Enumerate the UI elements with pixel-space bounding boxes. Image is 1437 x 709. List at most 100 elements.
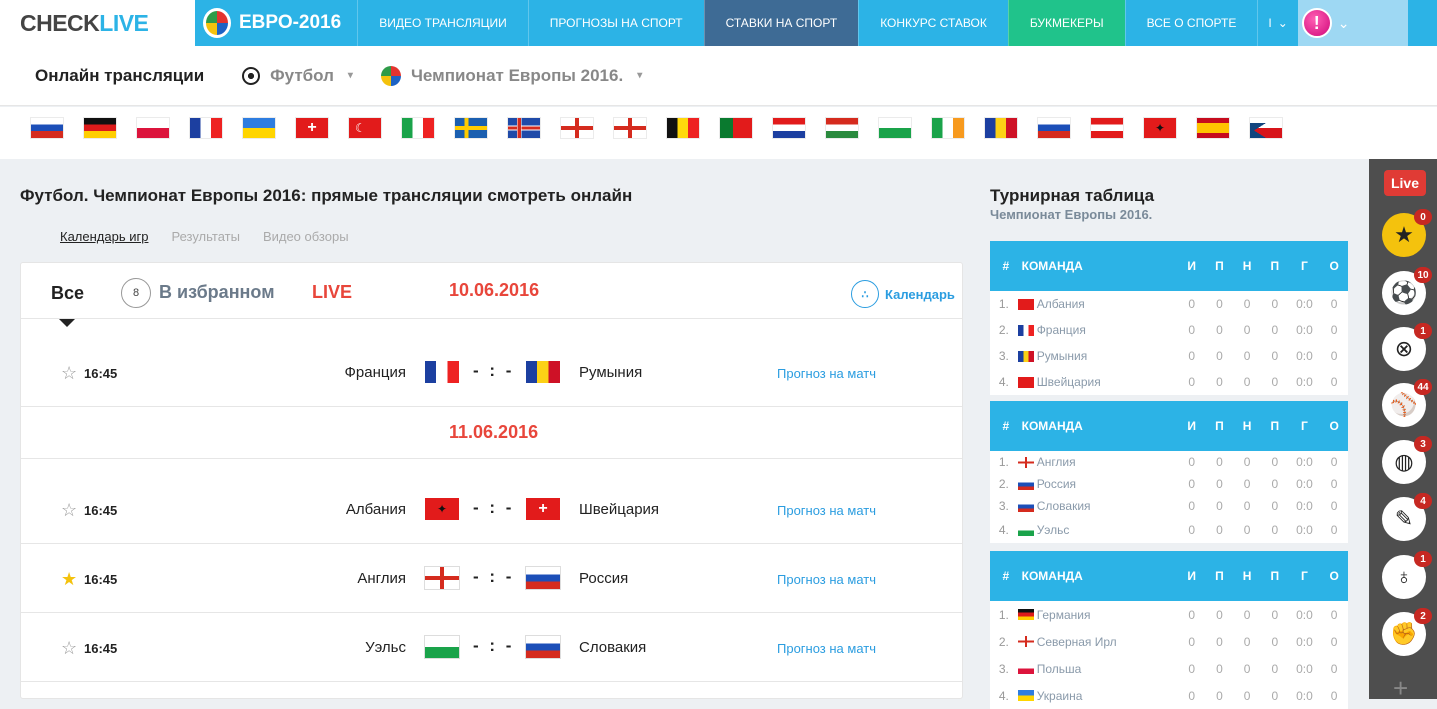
basketball-icon[interactable]: ⊗ 1 [1382,323,1432,371]
match-time: 16:45 [84,366,118,381]
football-icon[interactable]: ⚽ 10 [1382,267,1432,315]
match-forecast-link[interactable]: Прогноз на матч [777,366,876,381]
match-forecast-link[interactable]: Прогноз на матч [777,572,876,587]
euro-2016-link[interactable]: ЕВРО-2016 [195,0,357,46]
flag-spain-icon[interactable] [1197,118,1229,138]
live-button[interactable]: Live [1384,170,1426,196]
content-tabs: Календарь игр Результаты Видео обзоры [60,229,349,244]
standings-row[interactable]: 3. Румыния 0 0 0 0 0:0 0 [990,343,1348,369]
flag-germany-icon[interactable] [84,118,116,138]
flag-sweden-icon[interactable] [455,118,487,138]
nav-more[interactable]: I ⌄ [1257,0,1297,46]
flag-albania-icon[interactable]: ✦ [1144,118,1176,138]
match-forecast-link[interactable]: Прогноз на матч [777,641,876,656]
flag-romania-icon[interactable] [985,118,1017,138]
standings-row[interactable]: 3. Польша 0 0 0 0 0:0 0 [990,655,1348,682]
flag-slovakia-icon [1017,500,1034,512]
star-icon[interactable]: ☆ [61,500,77,521]
tab-results[interactable]: Результаты [171,229,239,244]
euro-2016-logo-icon [203,8,231,38]
filter-favorites[interactable]: В избранном [159,282,275,303]
main-nav: ВИДЕО ТРАНСЛЯЦИИ ПРОГНОЗЫ НА СПОРТ СТАВК… [357,0,1298,46]
standings-group: # КОМАНДА И П Н П Г О 1. Англия 0 0 0 0 0:0 0 2. Россия… [990,401,1348,543]
standings-row[interactable]: 1. Англия 0 0 0 0 0:0 0 [990,451,1348,473]
flag-albania-icon: ✦ [425,498,459,520]
flag-albania-icon [1017,298,1034,310]
match-time: 16:45 [84,641,118,656]
flag-england-icon[interactable] [561,118,593,138]
standings-row[interactable]: 1. Германия 0 0 0 0 0:0 0 [990,601,1348,628]
plus-icon[interactable]: + [1393,673,1408,704]
flag-croatia-icon[interactable] [773,118,805,138]
standings-row[interactable]: 4. Уэльс 0 0 0 0 0:0 0 [990,517,1348,543]
flag-france-icon[interactable] [190,118,222,138]
standings-row[interactable]: 4. Украина 0 0 0 0 0:0 0 [990,682,1348,709]
flag-iceland-icon[interactable] [508,118,540,138]
count-badge: 1 [1414,323,1432,339]
flag-hungary-icon[interactable] [826,118,858,138]
flag-wales-icon[interactable] [879,118,911,138]
chevron-down-icon: ▾ [347,70,353,81]
flag-czech-icon[interactable] [1250,118,1282,138]
match-score: - : - [473,361,515,380]
flag-russia-icon[interactable] [31,118,63,138]
nav-video[interactable]: ВИДЕО ТРАНСЛЯЦИИ [357,0,528,46]
championship-selector[interactable]: Чемпионат Европы 2016. ▾ [380,65,642,86]
matches-filter-header: Все 8 В избранном LIVE 10.06.2016 ∴ Кален… [21,263,962,319]
flag-ukraine-icon [1017,690,1034,701]
hockey-stick-icon[interactable]: ✎ 4 [1382,493,1432,541]
standings-row[interactable]: 2. Северная Ирл 0 0 0 0 0:0 0 [990,628,1348,655]
flag-austria-icon[interactable] [1091,118,1123,138]
standings-row[interactable]: 2. Франция 0 0 0 0 0:0 0 [990,317,1348,343]
flag-switzerland-icon[interactable]: + [296,118,328,138]
away-team: Словакия [579,639,647,656]
tab-calendar[interactable]: Календарь игр [60,229,148,244]
flag-belgium-icon[interactable] [667,118,699,138]
match-forecast-link[interactable]: Прогноз на матч [777,503,876,518]
standings-row[interactable]: 4. Швейцария 0 0 0 0 0:0 0 [990,369,1348,395]
volleyball-icon[interactable]: ◍ 3 [1382,436,1432,484]
flag-england-icon [1017,456,1034,468]
flag-russia-icon [526,567,560,589]
flag-slovakia-icon[interactable] [1038,118,1070,138]
star-icon[interactable]: ☆ [61,363,77,384]
user-menu[interactable]: ! ⌄ [1297,0,1408,46]
flag-northern-ireland-icon[interactable] [614,118,646,138]
flag-ireland-icon[interactable] [932,118,964,138]
active-filter-pointer-icon [59,319,75,327]
star-filled-icon[interactable]: ★ [61,569,77,590]
nav-about-sport[interactable]: ВСЕ О СПОРТЕ [1124,0,1258,46]
nav-bookmakers[interactable]: БУКМЕКЕРЫ [1007,0,1125,46]
standings-title: Турнирная таблица [990,186,1155,205]
team-flags-bar: + ☾ ✦ [0,107,1437,159]
nav-bets[interactable]: СТАВКИ НА СПОРТ [703,0,859,46]
home-team: Франция [344,364,406,381]
checklive-logo[interactable]: CHECK LIVE [0,0,195,46]
tennis-ball-icon[interactable]: ⚾ 44 [1382,379,1432,427]
flag-portugal-icon[interactable] [720,118,752,138]
flag-switzerland-icon: + [526,498,560,520]
flag-poland-icon[interactable] [137,118,169,138]
standings-row[interactable]: 1. Албания 0 0 0 0 0:0 0 [990,291,1348,317]
mma-fist-icon[interactable]: ✊ 2 [1382,608,1432,656]
top-navigation-bar: CHECK LIVE ЕВРО-2016 ВИДЕО ТРАНСЛЯЦИИ ПРО… [0,0,1437,46]
match-score: - : - [473,636,515,655]
standings-row[interactable]: 2. Россия 0 0 0 0 0:0 0 [990,473,1348,495]
match-row: ☆ 16:45 Албания ✦ - : - + Швейцария Прог… [21,476,962,544]
calendar-button[interactable]: ∴ Календарь [851,280,955,308]
flag-ukraine-icon[interactable] [243,118,275,138]
football-icon [242,66,261,85]
tab-video-reviews[interactable]: Видео обзоры [263,229,349,244]
flag-italy-icon[interactable] [402,118,434,138]
sport-selector[interactable]: Футбол ▾ [242,66,353,86]
boxing-glove-icon[interactable]: ♁ 1 [1382,551,1432,599]
nav-predictions[interactable]: ПРОГНОЗЫ НА СПОРТ [527,0,704,46]
star-icon[interactable]: ☆ [61,638,77,659]
flag-turkey-icon[interactable]: ☾ [349,118,381,138]
nav-contest[interactable]: КОНКУРС СТАВОК [858,0,1008,46]
filter-live[interactable]: LIVE [312,282,352,303]
standings-row[interactable]: 3. Словакия 0 0 0 0 0:0 0 [990,495,1348,517]
count-badge: 10 [1414,267,1432,283]
filter-all[interactable]: Все [51,283,84,304]
favorites-star-icon[interactable]: ★ 0 [1382,209,1432,257]
